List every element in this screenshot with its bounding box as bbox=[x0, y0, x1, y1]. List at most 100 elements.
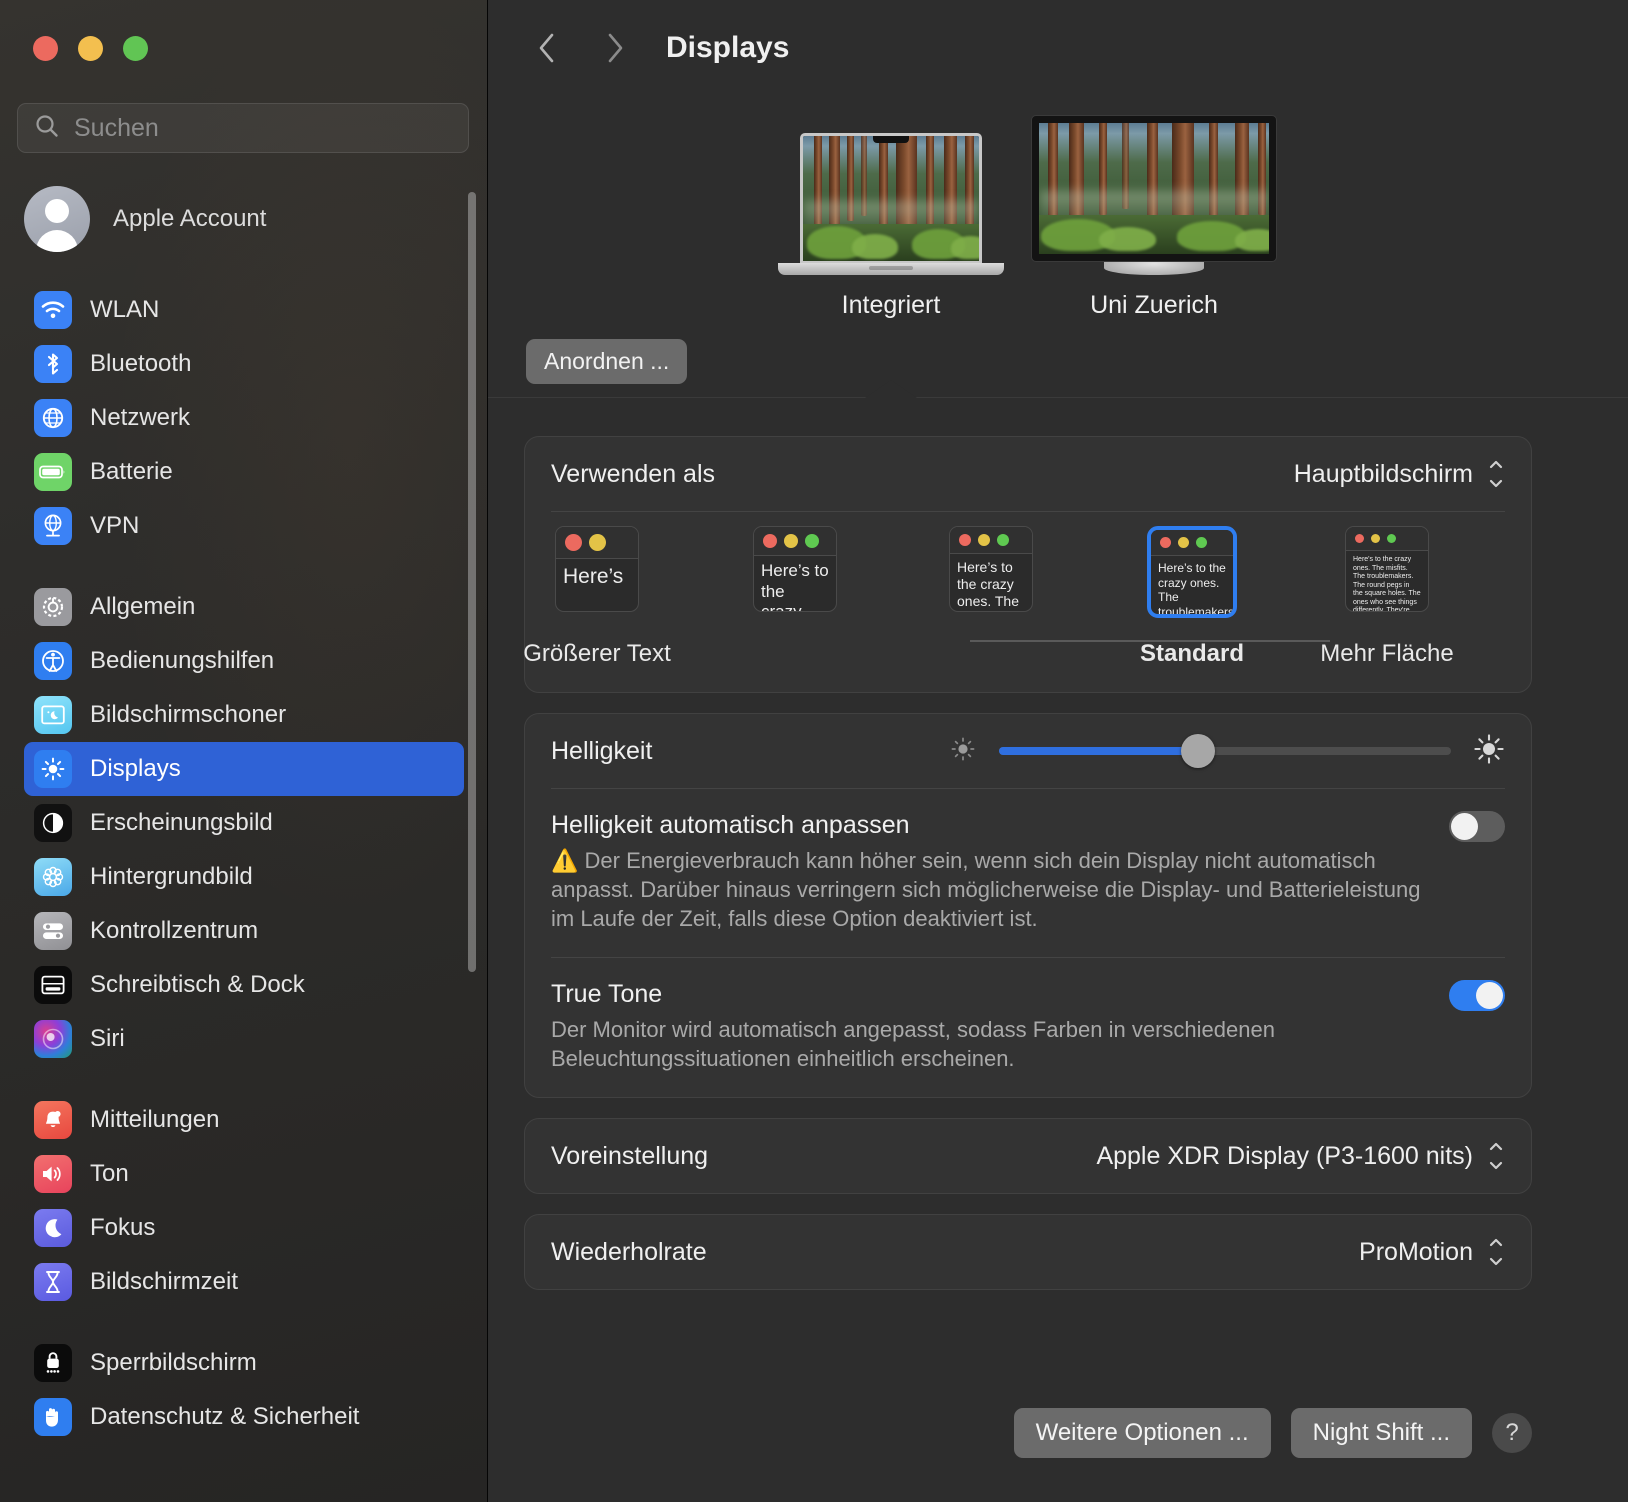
sidebar-item-allgemein[interactable]: Allgemein bbox=[24, 580, 464, 634]
page-title: Displays bbox=[666, 31, 790, 64]
main-pane: Displays Anordnen ... Integriert Uni Zue… bbox=[488, 0, 1628, 1502]
forward-button[interactable] bbox=[592, 25, 638, 71]
use-as-card: Verwenden als Hauptbildschirm Here’s Größ… bbox=[523, 436, 1532, 693]
maximize-button[interactable] bbox=[123, 36, 148, 61]
preview-text: Here's to the crazy ones. The misfits. T… bbox=[1353, 556, 1421, 612]
sidebar-item-fokus[interactable]: Fokus bbox=[24, 1201, 464, 1255]
laptop-graphic bbox=[778, 133, 1004, 275]
help-button[interactable]: ? bbox=[1492, 1413, 1532, 1453]
resolution-label: Größerer Text bbox=[523, 640, 671, 667]
speaker-icon bbox=[34, 1155, 72, 1193]
preview-titlebar bbox=[1346, 527, 1428, 551]
sidebar-divider bbox=[24, 1066, 464, 1093]
preview-window-dot bbox=[978, 534, 990, 546]
battery-icon bbox=[34, 453, 72, 491]
refresh-rate-popup-button[interactable]: ProMotion bbox=[1359, 1238, 1505, 1267]
sidebar-item-bildschirmzeit[interactable]: Bildschirmzeit bbox=[24, 1255, 464, 1309]
sidebar-item-wlan[interactable]: WLAN bbox=[24, 283, 464, 337]
refresh-rate-row: Wiederholrate ProMotion bbox=[525, 1215, 1531, 1289]
preview-text: Here’s to the crazy ones. The troublemak… bbox=[761, 561, 829, 612]
night-shift-button[interactable]: Night Shift ... bbox=[1290, 1408, 1472, 1458]
brightness-low-icon bbox=[949, 735, 977, 768]
sidebar-item-displays[interactable]: Displays bbox=[24, 742, 464, 796]
auto-brightness-description: Der Energieverbrauch kann höher sein, we… bbox=[551, 848, 1421, 932]
preview-window-dot bbox=[959, 534, 971, 546]
preview-window-dot bbox=[997, 534, 1009, 546]
resolution-option[interactable]: Here’s to the crazy ones. The troublemak… bbox=[949, 526, 1033, 612]
close-button[interactable] bbox=[33, 36, 58, 61]
sidebar-scrollbar[interactable] bbox=[468, 192, 476, 972]
auto-brightness-row: Helligkeit automatisch anpassen ⚠️ Der E… bbox=[525, 789, 1531, 957]
apple-account-item[interactable]: Apple Account bbox=[24, 185, 454, 253]
sidebar-item-label: Siri bbox=[90, 1025, 125, 1052]
resolution-option[interactable]: Here’s to the crazy ones. The troublemak… bbox=[753, 526, 837, 612]
sidebar-item-bildschirmschoner[interactable]: Bildschirmschoner bbox=[24, 688, 464, 742]
accessibility-icon bbox=[34, 642, 72, 680]
preset-card: Voreinstellung Apple XDR Display (P3-160… bbox=[524, 1118, 1532, 1195]
display-thumbnail-integriert[interactable]: Integriert bbox=[778, 133, 1004, 320]
true-tone-toggle[interactable] bbox=[1449, 980, 1505, 1012]
moon-icon bbox=[34, 1209, 72, 1247]
resolution-strip: Here’s Größerer Text Here’s to the crazy o… bbox=[523, 512, 1531, 692]
sidebar-item-label: Sperrbildschirm bbox=[90, 1349, 257, 1376]
sidebar-item-bedienungshilfen[interactable]: Bedienungshilfen bbox=[24, 634, 464, 688]
sidebar-item-label: Bedienungshilfen bbox=[90, 647, 275, 674]
brightness-row: Helligkeit bbox=[525, 714, 1531, 788]
display-name: Integriert bbox=[841, 291, 941, 319]
brightness-track[interactable] bbox=[999, 734, 1451, 768]
resolution-option[interactable]: Here's to the crazy ones. The misfits. T… bbox=[1320, 526, 1454, 667]
vpn-globe-icon bbox=[34, 507, 72, 545]
arrange-button[interactable]: Anordnen ... bbox=[526, 339, 688, 384]
sidebar-item-siri[interactable]: Siri bbox=[24, 1012, 464, 1066]
display-thumbnail-uni-zuerich[interactable]: Uni Zuerich bbox=[1032, 116, 1276, 320]
lock-icon bbox=[34, 1344, 72, 1382]
search-field[interactable] bbox=[17, 103, 469, 153]
display-thumbnails: Integriert Uni Zuerich bbox=[778, 116, 1276, 320]
search-input[interactable] bbox=[74, 113, 454, 143]
back-button[interactable] bbox=[524, 25, 570, 71]
use-as-popup-button[interactable]: Hauptbildschirm bbox=[1294, 460, 1505, 489]
preset-popup-button[interactable]: Apple XDR Display (P3-1600 nits) bbox=[1096, 1142, 1505, 1171]
preview-window-dot bbox=[763, 534, 777, 548]
traffic-lights bbox=[33, 36, 148, 61]
sidebar-item-vpn[interactable]: VPN bbox=[24, 499, 464, 553]
sidebar-item-batterie[interactable]: Batterie bbox=[24, 445, 464, 499]
sidebar-item-hintergrundbild[interactable]: Hintergrundbild bbox=[24, 850, 464, 904]
auto-brightness-toggle[interactable] bbox=[1449, 811, 1505, 842]
sidebar-item-mitteilungen[interactable]: Mitteilungen bbox=[24, 1093, 464, 1147]
preview-window-dot bbox=[1160, 537, 1171, 548]
avatar bbox=[24, 186, 90, 252]
monitor-graphic bbox=[1032, 116, 1276, 275]
more-options-button[interactable]: Weitere Optionen ... bbox=[1013, 1408, 1271, 1458]
sidebar-divider bbox=[24, 1309, 464, 1336]
preview-window-dot bbox=[784, 534, 798, 548]
preview-window-dot bbox=[1196, 537, 1207, 548]
preview-titlebar bbox=[556, 527, 638, 559]
minimize-button[interactable] bbox=[78, 36, 103, 61]
sidebar-item-datenschutz-sicherheit[interactable]: Datenschutz & Sicherheit bbox=[24, 1390, 464, 1444]
preview-window-dot bbox=[1355, 534, 1364, 543]
bell-icon bbox=[34, 1101, 72, 1139]
selected-display-pointer bbox=[865, 380, 917, 398]
sidebar-item-erscheinungsbild[interactable]: Erscheinungsbild bbox=[24, 796, 464, 850]
search-icon bbox=[18, 113, 74, 144]
sidebar-item-schreibtisch-dock[interactable]: Schreibtisch & Dock bbox=[24, 958, 464, 1012]
gear-icon bbox=[34, 588, 72, 626]
sidebar-nav: WLAN Bluetooth Netzwerk Batterie VPN All… bbox=[0, 283, 487, 1444]
siri-icon bbox=[34, 1020, 72, 1058]
sidebar-item-ton[interactable]: Ton bbox=[24, 1147, 464, 1201]
resolution-option[interactable]: Here’s to the crazy ones. The troublemak… bbox=[1140, 526, 1244, 667]
desktop-dock-icon bbox=[34, 966, 72, 1004]
display-picker: Anordnen ... Integriert Uni Zuerich bbox=[488, 96, 1628, 398]
auto-brightness-title: Helligkeit automatisch anpassen bbox=[551, 811, 910, 839]
brightness-slider[interactable] bbox=[949, 733, 1505, 770]
sidebar-item-sperrbildschirm[interactable]: Sperrbildschirm bbox=[24, 1336, 464, 1390]
brightness-icon bbox=[34, 750, 72, 788]
sidebar: Apple Account WLAN Bluetooth Netzwe bbox=[0, 0, 488, 1502]
sidebar-item-netzwerk[interactable]: Netzwerk bbox=[24, 391, 464, 445]
sidebar-item-bluetooth[interactable]: Bluetooth bbox=[24, 337, 464, 391]
sidebar-item-label: Allgemein bbox=[90, 593, 196, 620]
brightness-thumb[interactable] bbox=[1180, 734, 1215, 768]
sidebar-item-kontrollzentrum[interactable]: Kontrollzentrum bbox=[24, 904, 464, 958]
resolution-option[interactable]: Here’s Größerer Text bbox=[523, 526, 671, 667]
